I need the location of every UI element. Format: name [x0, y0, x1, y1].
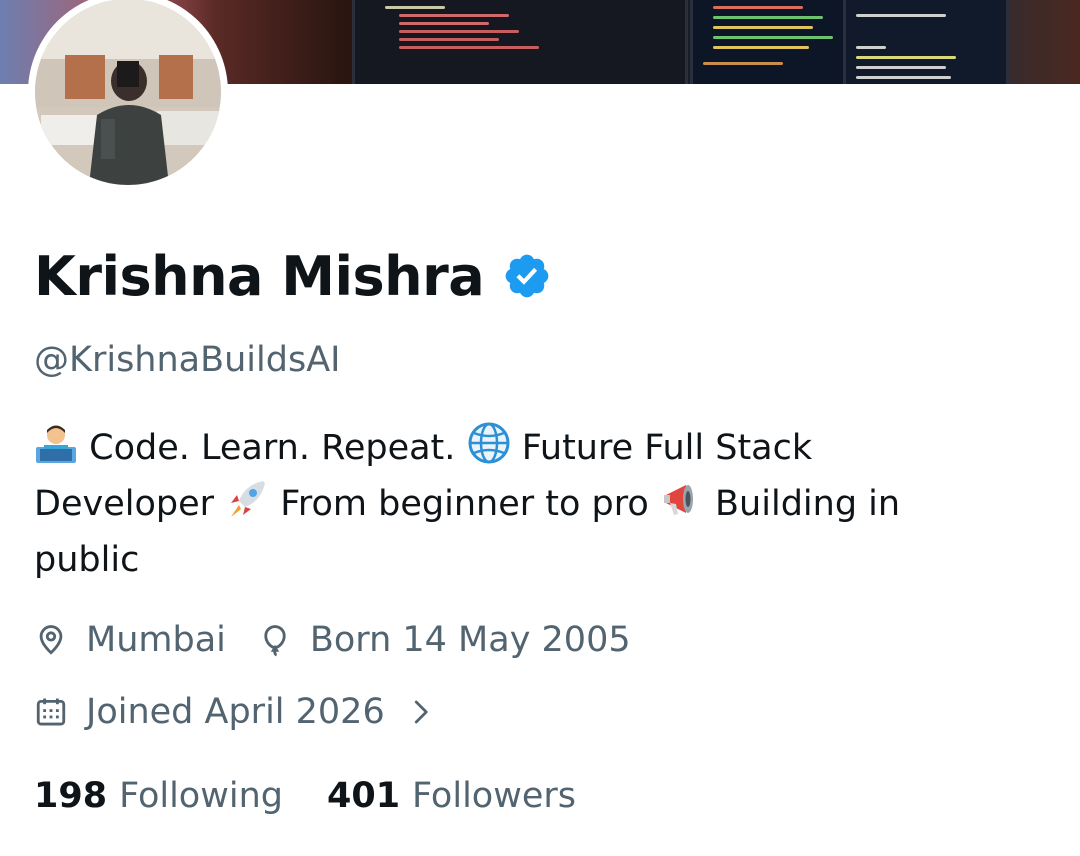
technologist-emoji-icon [36, 425, 76, 463]
birthday-text: Born 14 May 2005 [309, 620, 631, 660]
bio-text-1: Code. Learn. Repeat. [89, 428, 456, 468]
followers-link[interactable]: 401 Followers [327, 776, 576, 816]
bio-text-2: Future Full Stack [521, 428, 813, 468]
verified-badge-icon[interactable] [502, 251, 552, 301]
location-item: Mumbai [34, 620, 226, 660]
chevron-right-icon[interactable] [405, 697, 435, 727]
following-label: Following [119, 776, 283, 816]
globe-emoji-icon [468, 422, 510, 464]
banner-monitor [352, 0, 688, 84]
bio-text-6: public [34, 540, 140, 580]
bio-text-5: Building in [715, 484, 901, 524]
bio-text-3: Developer [34, 484, 215, 524]
joined-row[interactable]: Joined April 2026 [34, 692, 467, 732]
following-count: 198 [34, 776, 108, 816]
joined-text: Joined April 2026 [86, 692, 385, 732]
profile-page: Krishna Mishra @KrishnaBuildsAI Code. Le… [0, 0, 1080, 856]
birthday-item: Born 14 May 2005 [258, 620, 631, 660]
following-link[interactable]: 198 Following [34, 776, 283, 816]
profile-meta-row: Mumbai Born 14 May 2005 [34, 620, 663, 660]
followers-count: 401 [326, 776, 401, 816]
birthday-balloon-icon [264, 625, 286, 657]
user-handle: @KrishnaBuildsAI [34, 340, 341, 380]
profile-bio: Code. Learn. Repeat. Future Full Stack D… [34, 420, 1034, 588]
calendar-icon [36, 698, 66, 726]
follow-stats: 198 Following 401 Followers [34, 776, 620, 816]
name-row: Krishna Mishra [34, 240, 552, 312]
banner-monitor [843, 0, 1009, 84]
avatar-photo-image [35, 0, 221, 185]
display-name: Krishna Mishra [34, 244, 485, 308]
megaphone-emoji-icon [663, 485, 693, 515]
followers-label: Followers [412, 776, 576, 816]
joined-item[interactable]: Joined April 2026 [34, 692, 435, 732]
location-text: Mumbai [86, 620, 226, 660]
banner-monitor [690, 0, 846, 84]
location-pin-icon [39, 625, 63, 655]
profile-avatar[interactable] [28, 0, 228, 192]
bio-text-4: From beginner to pro [280, 484, 649, 524]
rocket-emoji-icon [231, 481, 266, 517]
avatar-photo [35, 0, 221, 185]
